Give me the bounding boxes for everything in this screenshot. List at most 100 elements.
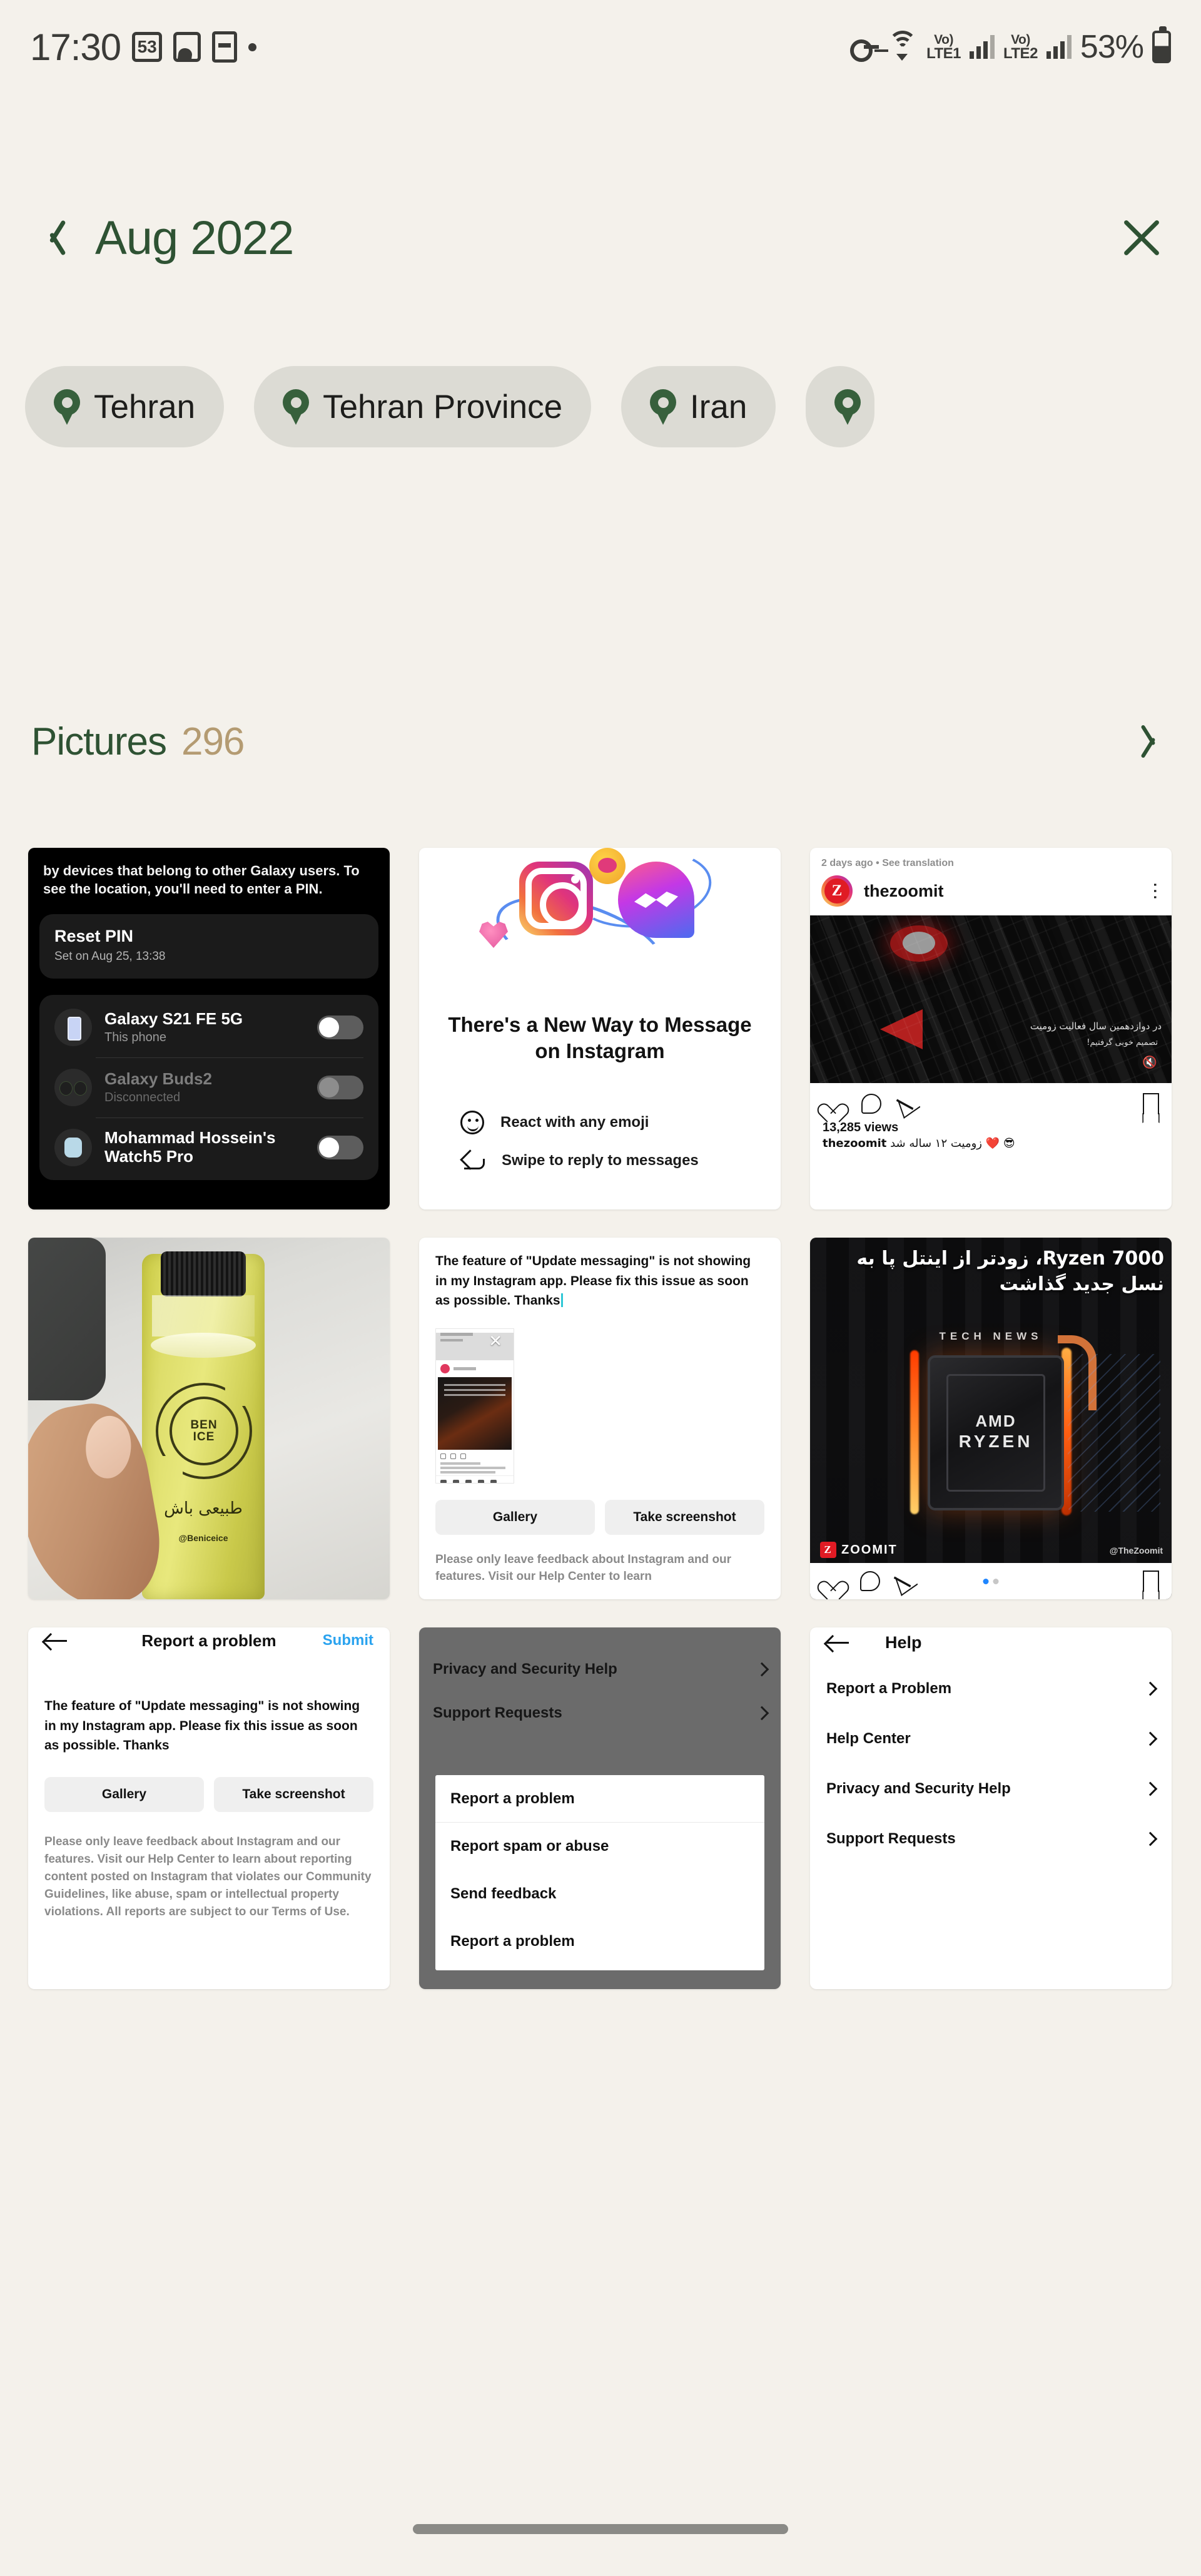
back-arrow-icon[interactable] — [826, 1634, 850, 1651]
location-chip-row[interactable]: Tehran Tehran Province Iran — [0, 354, 1201, 460]
device-row[interactable]: Mohammad Hossein's Watch5 Pro — [54, 1117, 363, 1178]
menu-row-support-requests[interactable]: Support Requests — [419, 1691, 781, 1735]
device-status: This phone — [104, 1030, 166, 1044]
device-toggle[interactable] — [317, 1076, 363, 1100]
take-screenshot-button[interactable]: Take screenshot — [214, 1776, 373, 1812]
reset-pin-card[interactable]: Reset PIN Set on Aug 25, 13:38 — [39, 914, 378, 979]
location-pin-icon — [650, 389, 677, 425]
thumbnail-thezoomit-post[interactable]: 2 days ago • See translation Z thezoomit… — [810, 848, 1172, 1209]
map-marker-circle-icon — [890, 925, 948, 962]
back-button[interactable] — [36, 216, 74, 260]
share-icon[interactable] — [897, 1089, 921, 1119]
post-header: Z thezoomit ⋯ — [810, 875, 1172, 915]
help-nav-title: Help — [885, 1632, 922, 1652]
report-attach-buttons: Gallery Take screenshot — [44, 1776, 373, 1812]
brand-slogan: طبیعی باش — [164, 1499, 243, 1518]
muted-speaker-icon[interactable]: 🔇 — [1138, 1051, 1162, 1074]
attachment-line — [440, 1470, 495, 1474]
post-media[interactable]: در دوازدهمین سال فعالیت زومیت تصمیم خوبی… — [810, 915, 1172, 1083]
thumbnail-galaxy-find-my-mobile[interactable]: by devices that belong to other Galaxy u… — [28, 848, 390, 1209]
post-handle[interactable]: thezoomit — [864, 882, 944, 901]
help-item-label: Support Requests — [826, 1830, 956, 1847]
status-bar-right: Vo) LTE1 Vo) LTE2 53% — [850, 26, 1171, 66]
promo-feature-list: React with any emoji Swipe to reply to m… — [419, 1111, 781, 1171]
home-indicator[interactable] — [413, 2524, 788, 2534]
sheet-item-report-spam-or-abuse[interactable]: Report spam or abuse — [435, 1823, 764, 1870]
close-button[interactable] — [1118, 215, 1165, 261]
heart-icon[interactable] — [823, 1093, 844, 1114]
location-chip-label: Tehran Province — [323, 388, 563, 425]
help-item-report-a-problem[interactable]: Report a Problem — [826, 1667, 1158, 1710]
juice-bottle: BEN ICE طبیعی باش @Beniceice — [142, 1251, 265, 1599]
location-chip-iran[interactable]: Iran — [621, 366, 776, 447]
thumbnail-amd-ryzen-post[interactable]: Ryzen 7000، زودتر از اینتل پا به نسل جدی… — [810, 1238, 1172, 1599]
sheet-item-report-a-problem-title[interactable]: Report a problem — [435, 1775, 764, 1823]
text-cursor — [560, 1293, 563, 1307]
save-icon[interactable] — [1143, 1093, 1159, 1114]
attachment-line — [440, 1462, 480, 1465]
section-expand-button[interactable] — [1138, 721, 1170, 761]
comment-icon[interactable] — [860, 1571, 880, 1591]
overlay-text-line2: تصمیم خوبی گرفتیم! — [1087, 1038, 1158, 1047]
comment-icon[interactable] — [861, 1094, 881, 1114]
menu-row-privacy-security-help[interactable]: Privacy and Security Help — [419, 1647, 781, 1691]
remove-attachment-icon[interactable]: ✕ — [489, 1333, 502, 1349]
screen-recorder-icon — [212, 31, 238, 63]
find-my-mobile-lead: by devices that belong to other Galaxy u… — [43, 863, 360, 897]
chevron-right-icon — [1143, 1731, 1158, 1746]
location-chip-tehran-province[interactable]: Tehran Province — [254, 366, 592, 447]
avatar[interactable]: Z — [821, 875, 853, 907]
gallery-button[interactable]: Gallery — [435, 1499, 595, 1535]
messenger-logo-icon — [618, 862, 694, 938]
post-caption: thezoomit زومیت ۱۲ ساله شد ❤️ 😎 — [810, 1135, 1172, 1150]
battery-percent-label: 53% — [1080, 29, 1144, 65]
thumbnail-report-a-problem-screen[interactable]: Report a problem Submit The feature of "… — [28, 1627, 390, 1989]
thumbnail-benice-juice-photo[interactable]: BEN ICE طبیعی باش @Beniceice — [28, 1238, 390, 1599]
report-note-text: Please only leave feedback about Instagr… — [435, 1552, 732, 1584]
juice-foam — [151, 1333, 256, 1358]
more-options-icon[interactable]: ⋯ — [1145, 882, 1165, 900]
help-item-support-requests[interactable]: Support Requests — [826, 1818, 1158, 1860]
device-toggle[interactable] — [317, 1136, 363, 1160]
location-chip-partial[interactable] — [806, 366, 875, 447]
help-navbar: Help — [826, 1627, 1155, 1660]
report-note-text: Please only leave feedback about Instagr… — [44, 1835, 372, 1918]
location-pin-icon — [834, 389, 861, 425]
save-icon[interactable] — [1143, 1571, 1159, 1592]
status-dot-icon — [248, 43, 257, 51]
location-pin-icon — [54, 389, 80, 425]
sim1-signal-icon — [970, 35, 995, 59]
thumbnail-help-sheet-menu[interactable]: Privacy and Security Help Support Reques… — [419, 1627, 781, 1989]
zoomit-watermark: Z ZOOMIT — [820, 1542, 898, 1558]
help-item-help-center[interactable]: Help Center — [826, 1718, 1158, 1760]
help-item-label: Privacy and Security Help — [826, 1780, 1011, 1797]
section-title: Pictures — [31, 720, 167, 763]
device-toggle[interactable] — [317, 1016, 363, 1040]
submit-button[interactable]: Submit — [323, 1632, 373, 1649]
map-arrow-icon — [880, 1009, 923, 1049]
heart-icon[interactable] — [823, 1571, 844, 1592]
help-item-privacy-and-security-help[interactable]: Privacy and Security Help — [826, 1768, 1158, 1810]
thumbnail-instagram-messaging-promo[interactable]: There's a New Way to Message on Instagra… — [419, 848, 781, 1209]
location-chip-label: Iran — [690, 388, 747, 425]
thumbnail-help-screen[interactable]: Help Report a Problem Help Center Privac… — [810, 1627, 1172, 1989]
thumbnail-instagram-report-with-attachment[interactable]: The feature of "Update messaging" is not… — [419, 1238, 781, 1599]
sheet-item-send-feedback[interactable]: Send feedback — [435, 1870, 764, 1918]
circuit-pattern — [1068, 1354, 1160, 1512]
device-row[interactable]: Galaxy Buds2 Disconnected — [54, 1057, 363, 1117]
bottle-neck — [152, 1295, 255, 1336]
pictures-section-header[interactable]: Pictures 296 — [0, 707, 1201, 776]
attachment-preview[interactable]: ✕ — [435, 1328, 514, 1484]
menu-row-label: Privacy and Security Help — [433, 1661, 617, 1677]
location-chip-tehran[interactable]: Tehran — [25, 366, 225, 447]
promo-artwork — [419, 848, 781, 1005]
picture-grid: by devices that belong to other Galaxy u… — [28, 848, 1172, 1989]
share-icon[interactable] — [894, 1566, 918, 1596]
promo-feature-item: Swipe to reply to messages — [460, 1151, 781, 1171]
take-screenshot-button[interactable]: Take screenshot — [605, 1499, 764, 1535]
device-row[interactable]: Galaxy S21 FE 5G This phone — [54, 997, 363, 1057]
sheet-item-report-a-problem[interactable]: Report a problem — [435, 1918, 764, 1965]
reply-arrow-icon — [460, 1151, 485, 1171]
reset-pin-title: Reset PIN — [54, 927, 134, 946]
gallery-button[interactable]: Gallery — [44, 1776, 204, 1812]
